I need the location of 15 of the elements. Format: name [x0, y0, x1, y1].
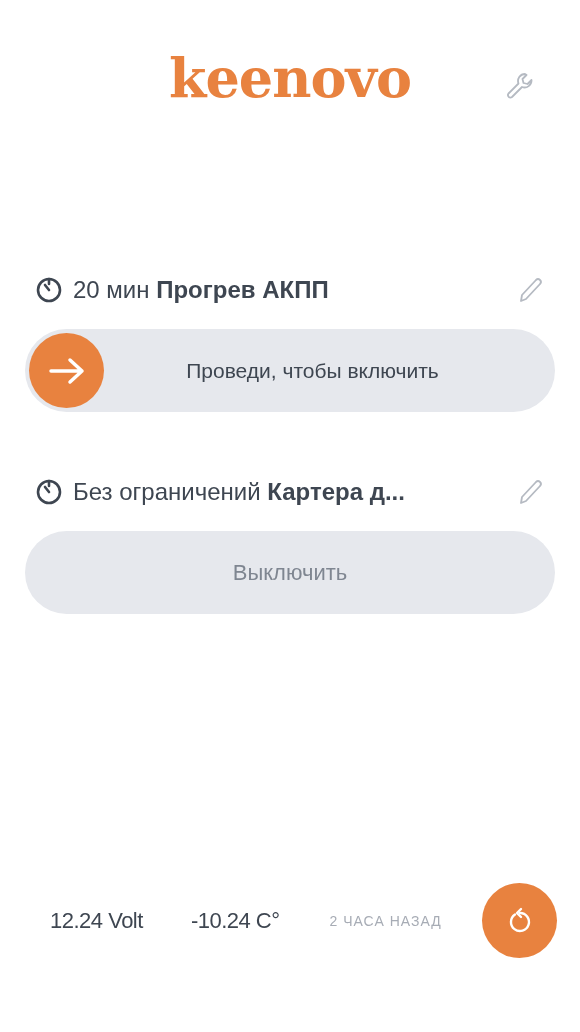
swipe-label: Проведи, чтобы включить	[185, 358, 440, 383]
program-title: 20 мин Прогрев АКПП	[73, 276, 330, 304]
wrench-icon[interactable]	[505, 71, 535, 101]
pencil-icon[interactable]	[517, 478, 545, 506]
pencil-icon[interactable]	[517, 276, 545, 304]
swipe-slider[interactable]: Проведи, чтобы включить	[25, 329, 555, 412]
keenovo-logo: keenovo	[169, 45, 411, 110]
update-time: 2 ЧАСА НАЗАД	[329, 912, 442, 929]
program-title: Без ограничений Картера д...	[73, 478, 406, 506]
arrow-right-icon	[47, 355, 86, 386]
voltage-reading: 12.24 Volt	[50, 907, 143, 934]
swipe-handle[interactable]	[29, 333, 104, 408]
temperature-reading: -10.24 C°	[190, 907, 280, 934]
timer-icon	[35, 276, 63, 304]
timer-icon	[35, 478, 63, 506]
